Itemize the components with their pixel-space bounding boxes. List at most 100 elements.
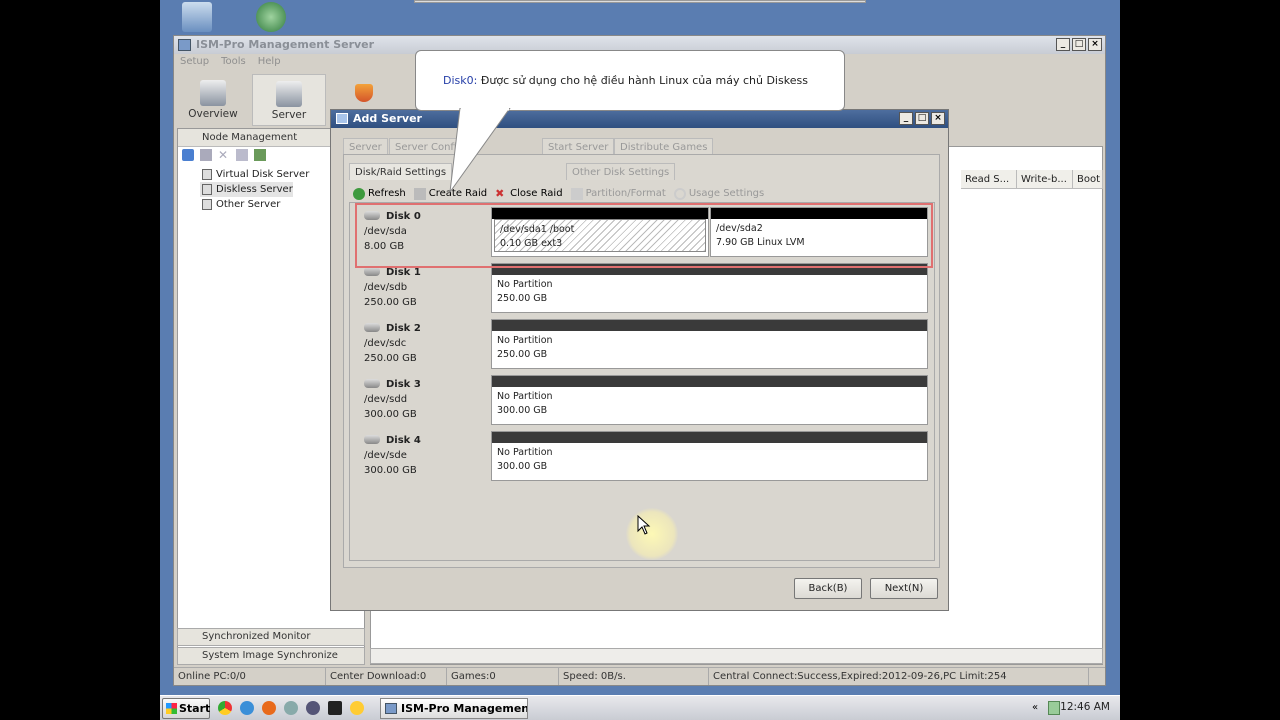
status-center-download: Center Download:0 [326, 668, 447, 685]
disk-info: Disk 3 /dev/sdd 300.00 GB [364, 377, 484, 422]
delete-icon[interactable]: ✕ [218, 149, 230, 161]
system-image-synchronize-tab[interactable]: System Image Synchronize [177, 647, 365, 665]
callout-highlight: Disk0: [443, 74, 478, 87]
minimize-button[interactable]: _ [1056, 38, 1070, 51]
partition-block[interactable]: No Partition 250.00 GB [491, 319, 928, 369]
cursor-highlight [626, 508, 678, 560]
subtab-disk-raid-settings[interactable]: Disk/Raid Settings [349, 163, 453, 180]
partition-block[interactable]: No Partition 250.00 GB [491, 263, 928, 313]
partition-area: /dev/sda1 /boot 0.10 GB ext3 /dev/sda2 7.9… [491, 207, 928, 259]
partition-line2: 250.00 GB [497, 349, 548, 360]
disk-device: /dev/sdb [364, 282, 408, 293]
column-header-boot[interactable]: Boot [1073, 170, 1103, 189]
disk-icon [364, 379, 380, 388]
server-nav-button[interactable]: Server [252, 74, 326, 126]
tree-item-virtual-disk-server[interactable]: Virtual Disk Server [200, 167, 309, 182]
disk-row[interactable]: Disk 2 /dev/sdc 250.00 GB No Partition 25… [356, 319, 930, 375]
partition-line1: No Partition [497, 279, 553, 290]
computer-desktop-icon[interactable] [182, 2, 212, 32]
shield-icon[interactable] [355, 84, 373, 102]
tree-item-diskless-server[interactable]: Diskless Server [200, 182, 293, 197]
annotation-callout: Disk0: Được sử dụng cho hệ điều hành Lin… [415, 50, 845, 111]
smiley-icon[interactable] [350, 701, 364, 715]
disk-size: 8.00 GB [364, 241, 405, 252]
tray-network-icon[interactable] [1048, 701, 1060, 715]
usage-settings-button[interactable]: Usage Settings [673, 186, 764, 202]
partition-block[interactable]: /dev/sda2 7.90 GB Linux LVM [710, 207, 928, 257]
add-icon[interactable] [182, 149, 194, 161]
disk-name: Disk 1 [364, 265, 484, 280]
disk-info: Disk 2 /dev/sdc 250.00 GB [364, 321, 484, 366]
partition-block[interactable]: No Partition 300.00 GB [491, 431, 928, 481]
disk-toolbar: Refresh Create Raid ✖ Close Raid Partitio… [353, 186, 764, 202]
menu-help[interactable]: Help [258, 54, 281, 70]
dialog-maximize-button[interactable]: □ [915, 112, 929, 125]
disk-device: /dev/sda [364, 226, 407, 237]
clock[interactable]: 12:46 AM [1060, 701, 1110, 713]
subtab-other-disk-settings[interactable]: Other Disk Settings [566, 163, 676, 180]
tab-distribute-games[interactable]: Distribute Games [614, 138, 714, 155]
server-node-icon [202, 184, 212, 195]
partition-label: /dev/sda2 7.90 GB Linux LVM [711, 219, 927, 253]
next-button[interactable]: Next(N) [870, 578, 938, 599]
dialog-titlebar[interactable]: Add Server _ □ × [331, 110, 948, 128]
partition-line1: /dev/sda2 [716, 223, 763, 234]
copy-icon[interactable] [236, 149, 248, 161]
menu-tools[interactable]: Tools [221, 54, 246, 70]
tab-start-server[interactable]: Start Server [542, 138, 615, 155]
chrome-icon[interactable] [218, 701, 232, 715]
close-button[interactable]: × [1088, 38, 1102, 51]
server-node-icon [202, 169, 212, 180]
app-icon [178, 39, 191, 51]
partition-area: No Partition 250.00 GB [491, 263, 928, 315]
firefox-icon[interactable] [262, 701, 276, 715]
menu-setup[interactable]: Setup [180, 54, 209, 70]
column-header-read[interactable]: Read S... [961, 170, 1017, 189]
horizontal-scrollbar[interactable] [370, 648, 1103, 664]
taskbar-ism-pro-item[interactable]: ISM-Pro Managemen... [380, 698, 528, 719]
create-raid-icon [413, 188, 426, 200]
disk-device: /dev/sde [364, 450, 407, 461]
partition-bar [492, 432, 927, 443]
status-games: Games:0 [447, 668, 559, 685]
partition-bar [492, 376, 927, 387]
callout-text: Disk0: Được sử dụng cho hệ điều hành Lin… [443, 74, 808, 87]
disk-name: Disk 4 [364, 433, 484, 448]
disk-row[interactable]: Disk 4 /dev/sde 300.00 GB No Partition 30… [356, 431, 930, 487]
cmd-icon[interactable] [328, 701, 342, 715]
partition-line1: No Partition [497, 391, 553, 402]
main-window-title: ISM-Pro Management Server [196, 38, 375, 51]
synchronized-monitor-tab[interactable]: Synchronized Monitor [177, 628, 365, 646]
start-button[interactable]: Start [162, 698, 210, 719]
media-icon[interactable] [306, 701, 320, 715]
back-button[interactable]: Back(B) [794, 578, 862, 599]
status-bar: Online PC:0/0 Center Download:0 Games:0 … [174, 667, 1105, 685]
disk-row[interactable]: Disk 3 /dev/sdd 300.00 GB No Partition 30… [356, 375, 930, 431]
settings-icon[interactable] [284, 701, 298, 715]
maximize-button[interactable]: □ [1072, 38, 1086, 51]
wrench-icon[interactable] [200, 149, 212, 161]
overview-nav-button[interactable]: Overview [176, 74, 250, 126]
partition-bar [492, 264, 927, 275]
tab-server[interactable]: Server [343, 138, 388, 155]
partition-line2: 7.90 GB Linux LVM [716, 237, 805, 248]
partition-format-button[interactable]: Partition/Format [570, 186, 666, 202]
refresh-button[interactable]: Refresh [353, 186, 406, 202]
callout-body: Được sử dụng cho hệ điều hành Linux của … [477, 74, 808, 87]
disk-name: Disk 0 [364, 209, 484, 224]
column-header-write[interactable]: Write-b... [1017, 170, 1073, 189]
document-icon[interactable] [254, 149, 266, 161]
callout-pointer [449, 108, 511, 193]
dialog-close-button[interactable]: × [931, 112, 945, 125]
dialog-minimize-button[interactable]: _ [899, 112, 913, 125]
network-desktop-icon[interactable] [256, 2, 286, 32]
partition-block[interactable]: /dev/sda1 /boot 0.10 GB ext3 [491, 207, 709, 257]
ie-icon[interactable] [240, 701, 254, 715]
tray-chevron-icon[interactable]: « [1032, 702, 1038, 713]
tree-item-other-server[interactable]: Other Server [200, 197, 280, 212]
disk-row[interactable]: Disk 1 /dev/sdb 250.00 GB No Partition 25… [356, 263, 930, 319]
partition-block[interactable]: No Partition 300.00 GB [491, 375, 928, 425]
disk-info: Disk 4 /dev/sde 300.00 GB [364, 433, 484, 478]
partition-bar [711, 208, 927, 219]
disk-row[interactable]: Disk 0 /dev/sda 8.00 GB /dev/sda1 /boot 0… [356, 207, 930, 263]
